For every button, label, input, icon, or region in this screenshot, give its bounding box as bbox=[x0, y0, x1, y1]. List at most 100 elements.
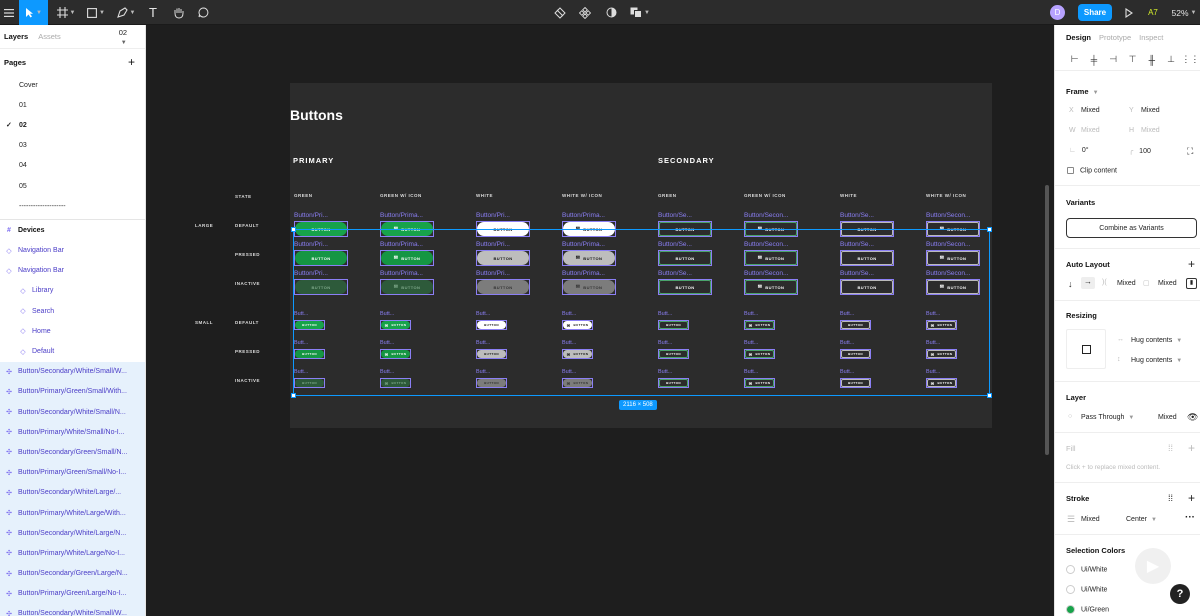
layer-item[interactable]: ◇ Default bbox=[0, 341, 145, 361]
button-variant[interactable]: BUTTON bbox=[476, 378, 507, 388]
tab-prototype[interactable]: Prototype bbox=[1099, 33, 1131, 42]
alignment-settings-icon[interactable]: ▮ bbox=[1186, 278, 1197, 289]
button-variant[interactable]: BUTTON bbox=[658, 279, 712, 295]
move-tool-button[interactable]: ▼ bbox=[19, 0, 48, 25]
button-variant[interactable]: ✉ BUTTON bbox=[926, 250, 980, 266]
page-item[interactable]: 04 bbox=[0, 156, 145, 176]
button-variant[interactable]: ✉ BUTTON bbox=[562, 279, 616, 295]
button-variant[interactable]: ✉ BUTTON bbox=[744, 349, 775, 359]
button-variant[interactable]: BUTTON bbox=[294, 378, 325, 388]
align-top-icon[interactable]: ⊤ bbox=[1123, 54, 1142, 65]
button-variant[interactable]: BUTTON bbox=[658, 378, 689, 388]
user-avatar[interactable]: D bbox=[1050, 5, 1065, 20]
button-variant[interactable]: ✉ BUTTON bbox=[744, 378, 775, 388]
button-variant[interactable]: BUTTON bbox=[658, 320, 689, 330]
button-variant[interactable]: BUTTON bbox=[840, 349, 871, 359]
direction-vertical-icon[interactable]: ↓ bbox=[1068, 279, 1073, 289]
button-variant[interactable]: BUTTON bbox=[476, 349, 507, 359]
shape-tool-button[interactable]: ▼ bbox=[85, 0, 107, 25]
button-variant[interactable]: ✉ BUTTON bbox=[926, 221, 980, 237]
help-button[interactable]: ? bbox=[1170, 584, 1190, 604]
layer-item[interactable]: ✣ Button/Secondary/Green/Small/N... bbox=[0, 442, 145, 463]
button-variant[interactable]: ✉ BUTTON bbox=[380, 279, 434, 295]
button-variant[interactable]: ✉ BUTTON bbox=[744, 279, 798, 295]
canvas-scrollbar[interactable] bbox=[1045, 185, 1049, 455]
y-input[interactable]: Mixed bbox=[1141, 107, 1160, 114]
layer-item[interactable]: ◇ Navigation Bar bbox=[0, 261, 145, 281]
button-variant[interactable]: BUTTON bbox=[840, 221, 894, 237]
opacity-input[interactable]: Mixed bbox=[1158, 414, 1177, 421]
text-tool-button[interactable]: T bbox=[145, 0, 161, 25]
button-variant[interactable]: ✉ BUTTON bbox=[380, 320, 411, 330]
button-variant[interactable]: ✉ BUTTON bbox=[744, 250, 798, 266]
page-item[interactable]: Cover bbox=[0, 75, 145, 95]
buttons-board[interactable]: Buttons PRIMARY SECONDARY STATE GREEN GRE… bbox=[195, 83, 992, 428]
combine-as-variants-button[interactable]: Combine as Variants bbox=[1066, 218, 1197, 238]
layer-item[interactable]: ✣ Button/Primary/White/Large/With... bbox=[0, 502, 145, 524]
create-component-button[interactable] bbox=[577, 0, 593, 25]
add-fill-icon[interactable]: + bbox=[1188, 441, 1195, 455]
h-input[interactable]: Mixed bbox=[1141, 127, 1160, 134]
hug-horizontal-select[interactable]: Hug contents ▼ bbox=[1131, 337, 1182, 344]
stroke-value[interactable]: Mixed bbox=[1081, 516, 1100, 523]
button-variant[interactable]: ✉ BUTTON bbox=[562, 250, 616, 266]
button-variant[interactable]: BUTTON bbox=[294, 250, 348, 266]
visibility-eye-icon[interactable]: 👁 bbox=[1187, 412, 1198, 423]
button-variant[interactable]: ✉ BUTTON bbox=[380, 221, 434, 237]
button-variant[interactable]: BUTTON bbox=[840, 378, 871, 388]
layer-item[interactable]: ✣ Button/Secondary/White/Small/W... bbox=[0, 361, 145, 382]
button-variant[interactable]: BUTTON bbox=[476, 221, 530, 237]
add-stroke-icon[interactable]: + bbox=[1188, 491, 1195, 505]
mask-button[interactable] bbox=[603, 0, 619, 25]
layer-item[interactable]: ◇ Home bbox=[0, 321, 145, 341]
layer-item[interactable]: ✣ Button/Primary/White/Small/No-I... bbox=[0, 422, 145, 443]
layer-item[interactable]: ✣ Button/Secondary/Green/Large/N... bbox=[0, 563, 145, 584]
button-variant[interactable]: BUTTON bbox=[840, 250, 894, 266]
fill-styles-icon[interactable]: ⁞⁞ bbox=[1168, 443, 1173, 453]
button-variant[interactable]: BUTTON bbox=[840, 279, 894, 295]
button-variant[interactable]: ✉ BUTTON bbox=[744, 320, 775, 330]
boolean-groups-button[interactable]: ▼ bbox=[628, 0, 652, 25]
rotation-input[interactable]: 0° bbox=[1082, 147, 1089, 154]
page-item[interactable]: 01 bbox=[0, 95, 145, 115]
layer-item[interactable]: ◇ Navigation Bar bbox=[0, 241, 145, 261]
align-center-v-icon[interactable]: ╫ bbox=[1142, 55, 1161, 65]
layer-item[interactable]: ✣ Button/Secondary/White/Small/W... bbox=[0, 603, 145, 616]
button-variant[interactable]: BUTTON bbox=[658, 250, 712, 266]
button-variant[interactable]: BUTTON bbox=[658, 221, 712, 237]
align-bottom-icon[interactable]: ⊥ bbox=[1161, 54, 1180, 65]
hug-vertical-select[interactable]: Hug contents ▼ bbox=[1131, 357, 1182, 364]
independent-corners-icon[interactable]: ⛶ bbox=[1187, 146, 1193, 157]
present-button[interactable] bbox=[1122, 0, 1136, 25]
page-item[interactable]: -------------------- bbox=[0, 196, 145, 216]
button-variant[interactable]: ✉ BUTTON bbox=[380, 378, 411, 388]
selection-color-item[interactable]: Ui/White bbox=[1066, 565, 1107, 574]
share-button[interactable]: Share bbox=[1078, 4, 1112, 21]
button-variant[interactable]: BUTTON bbox=[294, 320, 325, 330]
button-variant[interactable]: ✉ BUTTON bbox=[562, 221, 616, 237]
add-auto-layout-icon[interactable]: + bbox=[1188, 257, 1195, 271]
selection-color-item[interactable]: Ui/White bbox=[1066, 585, 1107, 594]
direction-horizontal-icon[interactable]: → bbox=[1081, 277, 1095, 289]
page-item[interactable]: ✓ 02 bbox=[0, 115, 145, 135]
button-variant[interactable]: BUTTON bbox=[294, 349, 325, 359]
align-left-icon[interactable]: ⊢ bbox=[1065, 54, 1084, 65]
auto-spacing-input[interactable]: Mixed bbox=[1117, 280, 1136, 287]
layer-item[interactable]: ✣ Button/Primary/Green/Small/No-I... bbox=[0, 462, 145, 483]
blend-mode-select[interactable]: Pass Through ▼ bbox=[1081, 414, 1134, 421]
layer-item[interactable]: ◇ Library bbox=[0, 281, 145, 301]
button-variant[interactable]: ✉ BUTTON bbox=[380, 349, 411, 359]
frame-section-title[interactable]: Frame ▼ bbox=[1066, 87, 1099, 96]
button-variant[interactable]: ✉ BUTTON bbox=[926, 378, 957, 388]
align-right-icon[interactable]: ⊣ bbox=[1104, 54, 1123, 65]
auto-padding-input[interactable]: Mixed bbox=[1158, 280, 1177, 287]
button-variant[interactable]: ✉ BUTTON bbox=[926, 320, 957, 330]
radius-input[interactable]: 100 bbox=[1139, 148, 1151, 155]
resizing-diagram[interactable] bbox=[1066, 329, 1106, 369]
page-item[interactable]: 05 bbox=[0, 176, 145, 196]
page-dropdown[interactable]: 02 ▼ bbox=[119, 28, 137, 46]
w-input[interactable]: Mixed bbox=[1081, 127, 1100, 134]
button-variant[interactable]: ✉ BUTTON bbox=[926, 349, 957, 359]
x-input[interactable]: Mixed bbox=[1081, 107, 1100, 114]
button-variant[interactable]: BUTTON bbox=[476, 250, 530, 266]
